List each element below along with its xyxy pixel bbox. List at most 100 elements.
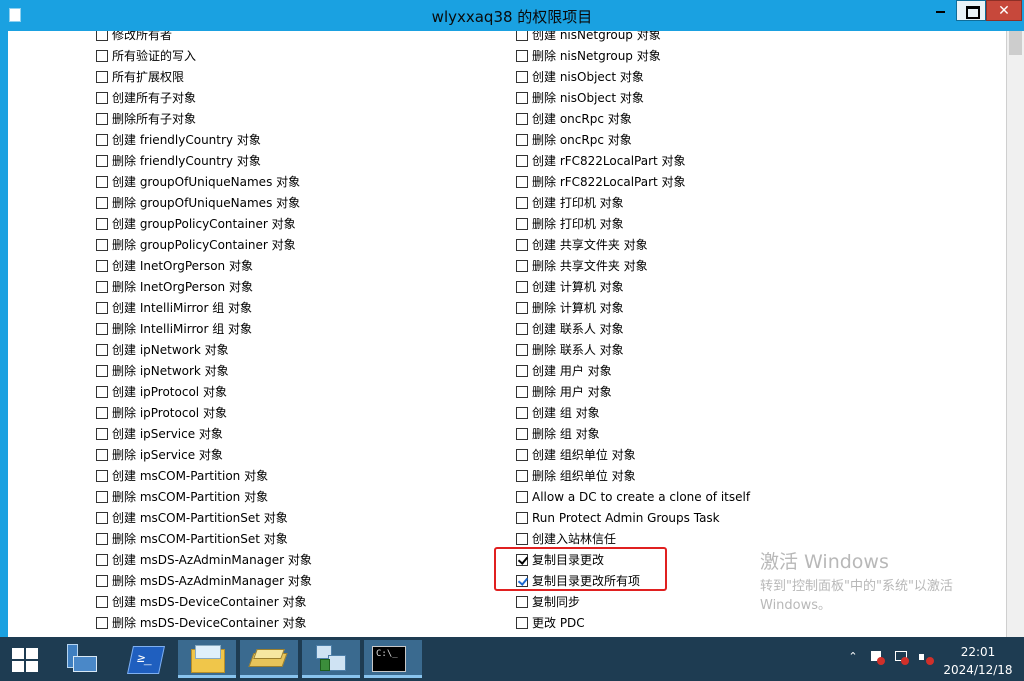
permission-item[interactable]: 创建 msCOM-Partition 对象 <box>96 465 268 486</box>
checkbox-unchecked[interactable] <box>96 175 108 188</box>
permission-item[interactable]: 创建所有子对象 <box>96 87 196 108</box>
permission-item[interactable]: 删除 IntelliMirror 组 对象 <box>96 318 252 339</box>
tray-expand-icon[interactable]: ⌃ <box>846 650 860 664</box>
checkbox-unchecked[interactable] <box>516 616 528 629</box>
checkbox-unchecked[interactable] <box>96 406 108 419</box>
checkbox-unchecked[interactable] <box>516 343 528 356</box>
checkbox-unchecked[interactable] <box>96 154 108 167</box>
checkbox-unchecked[interactable] <box>516 196 528 209</box>
checkbox-unchecked[interactable] <box>516 532 528 545</box>
permission-item[interactable]: 删除 nisObject 对象 <box>516 87 644 108</box>
checkbox-unchecked[interactable] <box>96 31 108 41</box>
minimize-button[interactable] <box>926 0 955 21</box>
checkbox-unchecked[interactable] <box>96 217 108 230</box>
permission-item[interactable]: Run Protect Admin Groups Task <box>516 507 720 528</box>
checkbox-unchecked[interactable] <box>516 322 528 335</box>
permission-item[interactable]: 创建 共享文件夹 对象 <box>516 234 648 255</box>
checkbox-unchecked[interactable] <box>96 469 108 482</box>
checkbox-unchecked[interactable] <box>96 595 108 608</box>
permission-item[interactable]: 删除 用户 对象 <box>516 381 612 402</box>
permission-item[interactable]: 删除 msDS-DeviceContainer 对象 <box>96 612 306 633</box>
checkbox-unchecked[interactable] <box>96 574 108 587</box>
close-button[interactable]: ✕ <box>986 0 1022 21</box>
permission-item[interactable]: 删除 InetOrgPerson 对象 <box>96 276 253 297</box>
permission-item[interactable]: 删除 groupPolicyContainer 对象 <box>96 234 296 255</box>
permission-item[interactable]: 创建 打印机 对象 <box>516 192 624 213</box>
permission-item[interactable]: 创建 联系人 对象 <box>516 318 624 339</box>
checkbox-unchecked[interactable] <box>516 280 528 293</box>
permission-item[interactable]: 所有扩展权限 <box>96 66 184 87</box>
checkbox-unchecked[interactable] <box>516 91 528 104</box>
permission-item[interactable]: 删除 ipNetwork 对象 <box>96 360 229 381</box>
checkbox-unchecked[interactable] <box>96 553 108 566</box>
checkbox-unchecked[interactable] <box>516 49 528 62</box>
permission-item[interactable]: 创建 msDS-DeviceContainer 对象 <box>96 591 306 612</box>
checkbox-unchecked[interactable] <box>96 532 108 545</box>
checkbox-unchecked[interactable] <box>96 616 108 629</box>
permission-item[interactable]: 创建 groupPolicyContainer 对象 <box>96 213 296 234</box>
checkbox-unchecked[interactable] <box>96 427 108 440</box>
permission-item[interactable]: 创建 ipService 对象 <box>96 423 223 444</box>
permission-item[interactable]: 创建 nisObject 对象 <box>516 66 644 87</box>
permission-item[interactable]: 创建 组 对象 <box>516 402 600 423</box>
permission-item[interactable]: 创建 msDS-AzAdminManager 对象 <box>96 549 312 570</box>
permission-item[interactable]: 删除 msCOM-Partition 对象 <box>96 486 268 507</box>
taskbar-ad-users-computers[interactable] <box>240 640 298 678</box>
permission-item[interactable]: 删除所有子对象 <box>96 108 196 129</box>
taskbar-network-admin[interactable] <box>302 640 360 678</box>
permission-item[interactable]: 创建 InetOrgPerson 对象 <box>96 255 253 276</box>
checkbox-unchecked[interactable] <box>516 448 528 461</box>
permission-item[interactable]: 删除 msCOM-PartitionSet 对象 <box>96 528 288 549</box>
network-icon[interactable] <box>894 650 909 665</box>
permission-item[interactable]: 删除 共享文件夹 对象 <box>516 255 648 276</box>
taskbar-powershell[interactable]: ≥_ <box>116 640 174 678</box>
checkbox-unchecked[interactable] <box>96 112 108 125</box>
checkbox-unchecked[interactable] <box>96 280 108 293</box>
permission-item[interactable]: 创建 计算机 对象 <box>516 276 624 297</box>
checkbox-unchecked[interactable] <box>516 490 528 503</box>
permission-item[interactable]: 删除 组织单位 对象 <box>516 465 636 486</box>
checkbox-unchecked[interactable] <box>516 112 528 125</box>
checkbox-unchecked[interactable] <box>516 31 528 41</box>
permission-item[interactable]: 删除 组 对象 <box>516 423 600 444</box>
permission-item[interactable]: 创建 rFC822LocalPart 对象 <box>516 150 686 171</box>
permission-item[interactable]: 复制同步 <box>516 591 580 612</box>
start-button[interactable] <box>4 640 44 678</box>
permission-item[interactable]: 创建 friendlyCountry 对象 <box>96 129 261 150</box>
permission-item[interactable]: 删除 msDS-AzAdminManager 对象 <box>96 570 312 591</box>
permission-item[interactable]: 创建 ipNetwork 对象 <box>96 339 229 360</box>
checkbox-unchecked[interactable] <box>96 70 108 83</box>
checkbox-unchecked[interactable] <box>516 469 528 482</box>
permission-item[interactable]: 创建入站林信任 <box>516 528 616 549</box>
checkbox-unchecked[interactable] <box>96 448 108 461</box>
volume-icon[interactable] <box>918 650 934 665</box>
permission-item[interactable]: 创建 组织单位 对象 <box>516 444 636 465</box>
checkbox-unchecked[interactable] <box>96 511 108 524</box>
checkbox-unchecked[interactable] <box>516 259 528 272</box>
permission-item[interactable]: 删除 rFC822LocalPart 对象 <box>516 171 686 192</box>
checkbox-unchecked[interactable] <box>96 133 108 146</box>
permission-item[interactable]: 删除 打印机 对象 <box>516 213 624 234</box>
checkbox-unchecked[interactable] <box>516 133 528 146</box>
checkbox-unchecked[interactable] <box>96 238 108 251</box>
checkbox-unchecked[interactable] <box>516 154 528 167</box>
checkbox-unchecked[interactable] <box>516 301 528 314</box>
permission-item[interactable]: 创建 用户 对象 <box>516 360 612 381</box>
taskbar-command-prompt[interactable]: C:\_ <box>364 640 422 678</box>
checkbox-unchecked[interactable] <box>516 70 528 83</box>
checkbox-unchecked[interactable] <box>516 511 528 524</box>
permission-item[interactable]: 删除 ipProtocol 对象 <box>96 402 227 423</box>
permission-item[interactable]: 创建 oncRpc 对象 <box>516 108 632 129</box>
permission-item[interactable]: 创建 groupOfUniqueNames 对象 <box>96 171 300 192</box>
checkbox-unchecked[interactable] <box>516 385 528 398</box>
permission-item[interactable]: 创建 IntelliMirror 组 对象 <box>96 297 252 318</box>
permission-item[interactable]: 创建 msCOM-PartitionSet 对象 <box>96 507 288 528</box>
permission-item[interactable]: 删除 nisNetgroup 对象 <box>516 45 661 66</box>
taskbar-server-manager[interactable] <box>52 640 110 678</box>
checkbox-unchecked[interactable] <box>516 175 528 188</box>
permission-item[interactable]: 删除 计算机 对象 <box>516 297 624 318</box>
checkbox-unchecked[interactable] <box>96 490 108 503</box>
permission-item[interactable]: 删除 联系人 对象 <box>516 339 624 360</box>
permission-item[interactable]: Allow a DC to create a clone of itself <box>516 486 750 507</box>
checkbox-unchecked[interactable] <box>96 385 108 398</box>
